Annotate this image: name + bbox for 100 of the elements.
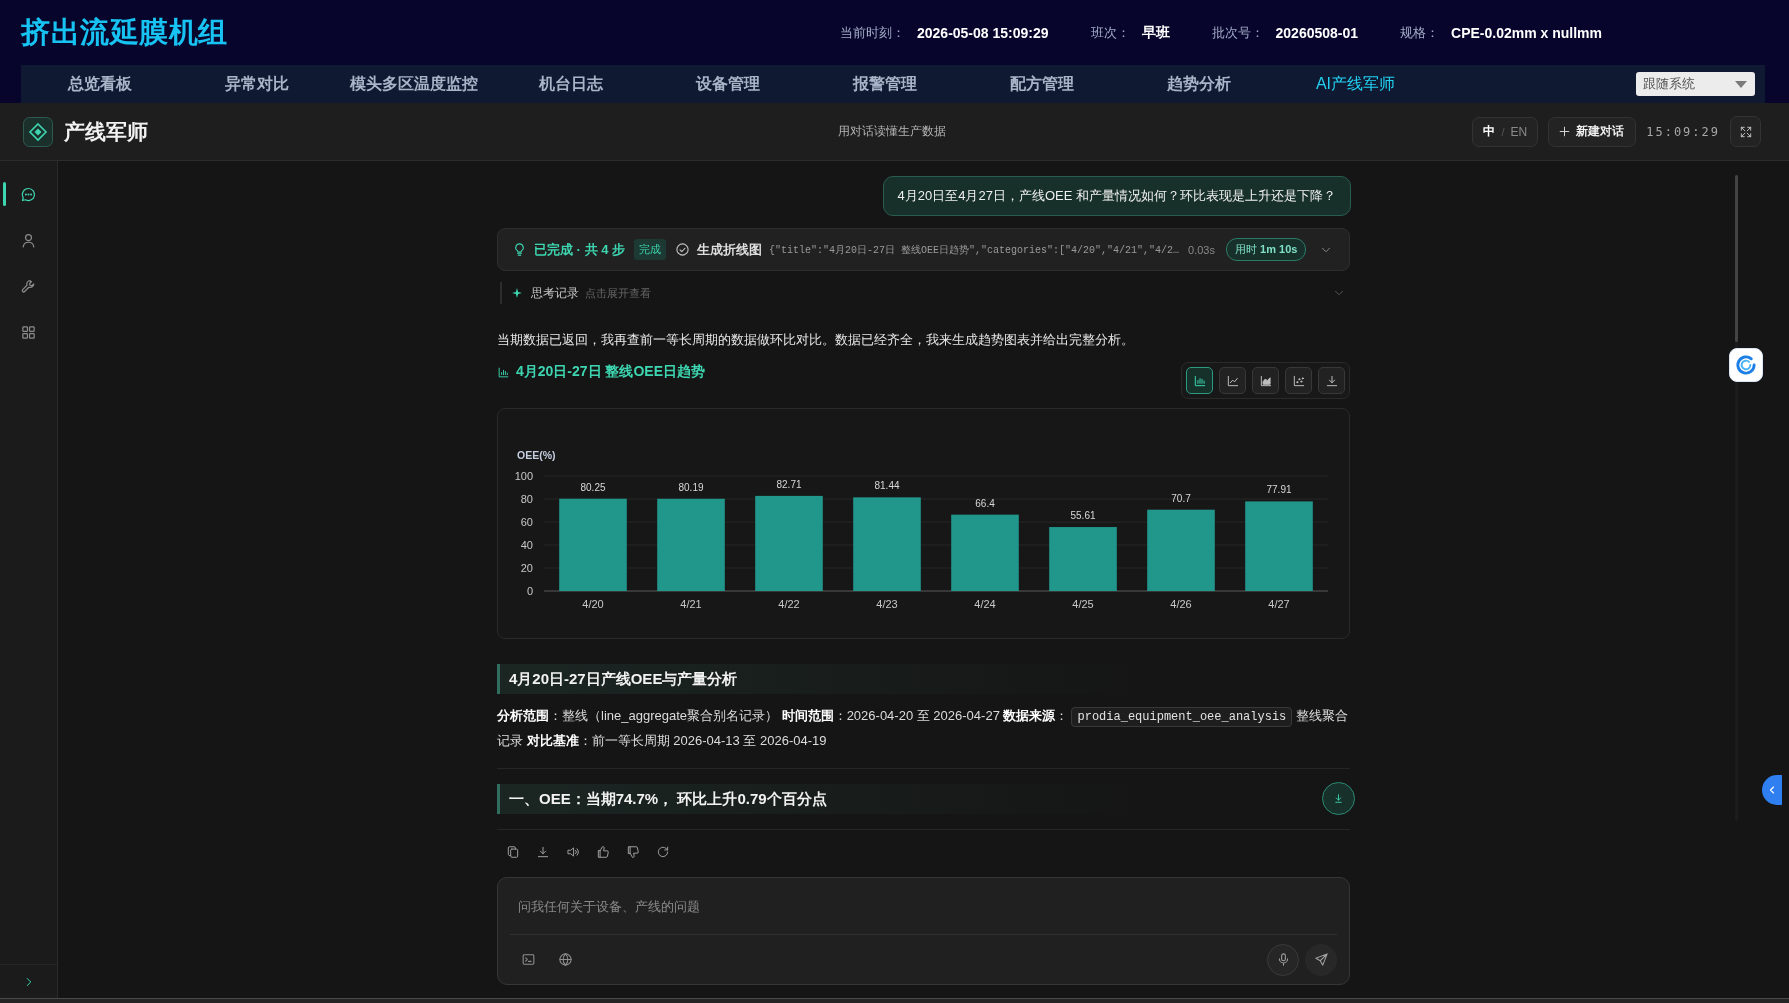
assistant-float-button[interactable]	[1729, 348, 1763, 382]
line-chart-icon	[1225, 373, 1240, 388]
scrollbar-thumb[interactable]	[1735, 175, 1738, 342]
y-tick-label: 80	[520, 493, 533, 505]
nav-tab[interactable]: AI产线军师	[1277, 65, 1434, 103]
thinking-label: 思考记录	[531, 284, 579, 302]
message-input[interactable]: 问我任何关于设备、产线的问题	[498, 878, 1349, 934]
thinking-log-toggle[interactable]: 思考记录 点击展开查看	[500, 282, 1350, 304]
bar-value-label: 82.71	[776, 478, 802, 490]
y-tick-label: 20	[520, 562, 533, 574]
side-panel-tab[interactable]	[1762, 775, 1782, 805]
bar-value-label: 55.61	[1070, 510, 1096, 522]
thumbs-up-icon[interactable]	[596, 845, 610, 859]
info-label: 班次：	[1090, 23, 1130, 42]
bar	[1049, 527, 1117, 591]
globe-icon[interactable]	[558, 952, 573, 967]
microphone-button[interactable]	[1267, 943, 1299, 976]
x-tick-label: 4/20	[582, 598, 604, 610]
language-option[interactable]: 中	[1483, 123, 1496, 140]
y-axis-label: OEE(%)	[517, 449, 556, 461]
person-icon	[20, 231, 37, 249]
nav-tab[interactable]: 机台日志	[492, 65, 649, 103]
speaker-icon[interactable]	[566, 845, 580, 859]
x-tick-label: 4/27	[1268, 598, 1290, 610]
send-icon	[1313, 952, 1329, 967]
bar-chart-icon	[497, 365, 510, 379]
x-tick-label: 4/22	[778, 598, 800, 610]
assistant-title: 产线军师	[64, 118, 148, 145]
check-circle-icon	[675, 242, 690, 257]
y-tick-label: 40	[520, 539, 533, 551]
terminal-icon[interactable]	[521, 952, 536, 967]
fullscreen-button[interactable]	[1730, 116, 1761, 147]
area-chart-icon	[1258, 373, 1273, 388]
chart-title: 4月20日-27日 整线OEE日趋势	[516, 363, 706, 381]
theme-dropdown[interactable]: 跟随系统	[1636, 72, 1755, 96]
step-status: 已完成 · 共 4 步	[534, 240, 625, 259]
download-icon[interactable]	[536, 845, 550, 859]
chart-type-button[interactable]	[1252, 367, 1279, 394]
chat-bubble-icon	[20, 185, 37, 203]
x-tick-label: 4/24	[974, 598, 996, 610]
y-tick-label: 100	[514, 470, 533, 482]
nav-tab[interactable]: 总览看板	[21, 65, 178, 103]
step-arguments: {"title":"4月20日-27日 整线OEE日趋势","categories":["4/20","4/21","4/2…	[769, 243, 1180, 257]
bar-value-label: 80.19	[678, 481, 704, 493]
lightbulb-icon	[512, 242, 527, 257]
wrench-icon	[20, 277, 37, 295]
thinking-hint: 点击展开查看	[585, 285, 651, 301]
analysis-summary: 分析范围：整线（line_aggregate聚合别名记录） 时间范围：2026-04-20 至 2026-04-27 数据来源： prodia_equipment_oee_analysis 整线聚合记录 对比基准：前一等长周期 2026-04-13 至 2026-04-19	[497, 706, 1350, 750]
step-duration: 0.03s	[1188, 243, 1215, 256]
download-chart-button[interactable]	[1318, 367, 1345, 394]
clock-time: 15:09:29	[1646, 124, 1720, 139]
refresh-icon[interactable]	[656, 845, 670, 859]
thumbs-down-icon[interactable]	[626, 845, 640, 859]
nav-tab[interactable]: 配方管理	[963, 65, 1120, 103]
user-message: 4月20日至4月27日，产线OEE 和产量情况如何？环比表现是上升还是下降？	[882, 176, 1351, 216]
send-button[interactable]	[1305, 943, 1337, 976]
info-label: 规格：	[1400, 23, 1440, 42]
bar-value-label: 81.44	[874, 480, 900, 492]
caret-down-icon	[1735, 80, 1747, 88]
y-tick-label: 60	[520, 516, 533, 528]
nav-tab[interactable]: 报警管理	[806, 65, 963, 103]
bar-value-label: 70.7	[1171, 492, 1191, 504]
info-value: 2026-05-08 15:09:29	[917, 24, 1049, 41]
chart-type-button[interactable]	[1219, 367, 1246, 394]
bar-value-label: 80.25	[580, 481, 606, 493]
language-separator: /	[1501, 125, 1505, 138]
app-title: 挤出流延膜机组	[21, 14, 228, 50]
nav-tab[interactable]: 异常对比	[178, 65, 335, 103]
new-chat-button[interactable]: 新建对话	[1548, 116, 1637, 147]
fullscreen-icon	[1738, 124, 1753, 139]
done-tag: 完成	[634, 239, 666, 260]
nav-tab[interactable]: 设备管理	[649, 65, 806, 103]
diamond-logo-icon	[23, 116, 53, 147]
chart-type-button[interactable]	[1285, 367, 1312, 394]
x-tick-label: 4/25	[1072, 598, 1094, 610]
language-option[interactable]: EN	[1510, 124, 1528, 139]
bar-value-label: 66.4	[975, 497, 995, 509]
x-tick-label: 4/23	[876, 598, 898, 610]
plus-icon	[1558, 125, 1572, 138]
nav-tab[interactable]: 趋势分析	[1120, 65, 1277, 103]
info-value: 20260508-01	[1275, 24, 1359, 41]
copy-icon[interactable]	[506, 845, 520, 859]
info-value: CPE-0.02mm x nullmm	[1451, 24, 1602, 41]
chart-type-button[interactable]	[1186, 367, 1213, 394]
scatter-chart-icon	[1291, 373, 1306, 388]
message-composer[interactable]: 问我任何关于设备、产线的问题	[497, 877, 1350, 985]
nav-tab[interactable]: 模头多区温度监控	[335, 65, 492, 103]
info-value: 早班	[1141, 23, 1170, 42]
elapsed-time: 用时 1m 10s	[1226, 238, 1307, 261]
x-tick-label: 4/21	[680, 598, 702, 610]
info-label: 批次号：	[1211, 23, 1264, 42]
download-icon	[1324, 373, 1339, 388]
bar-chart-icon	[1192, 373, 1207, 388]
sparkle-icon	[511, 287, 523, 299]
assistant-subtitle: 用对话读懂生产数据	[838, 123, 946, 140]
assistant-message-text: 当期数据已返回，我再查前一等长周期的数据做环比对比。数据已经齐全，我来生成趋势图表并给出完整分析。	[497, 331, 1135, 349]
bar-value-label: 77.91	[1266, 484, 1292, 496]
y-tick-label: 0	[526, 585, 533, 597]
scroll-to-bottom-button[interactable]	[1322, 782, 1355, 815]
info-label: 当前时刻：	[840, 23, 905, 42]
